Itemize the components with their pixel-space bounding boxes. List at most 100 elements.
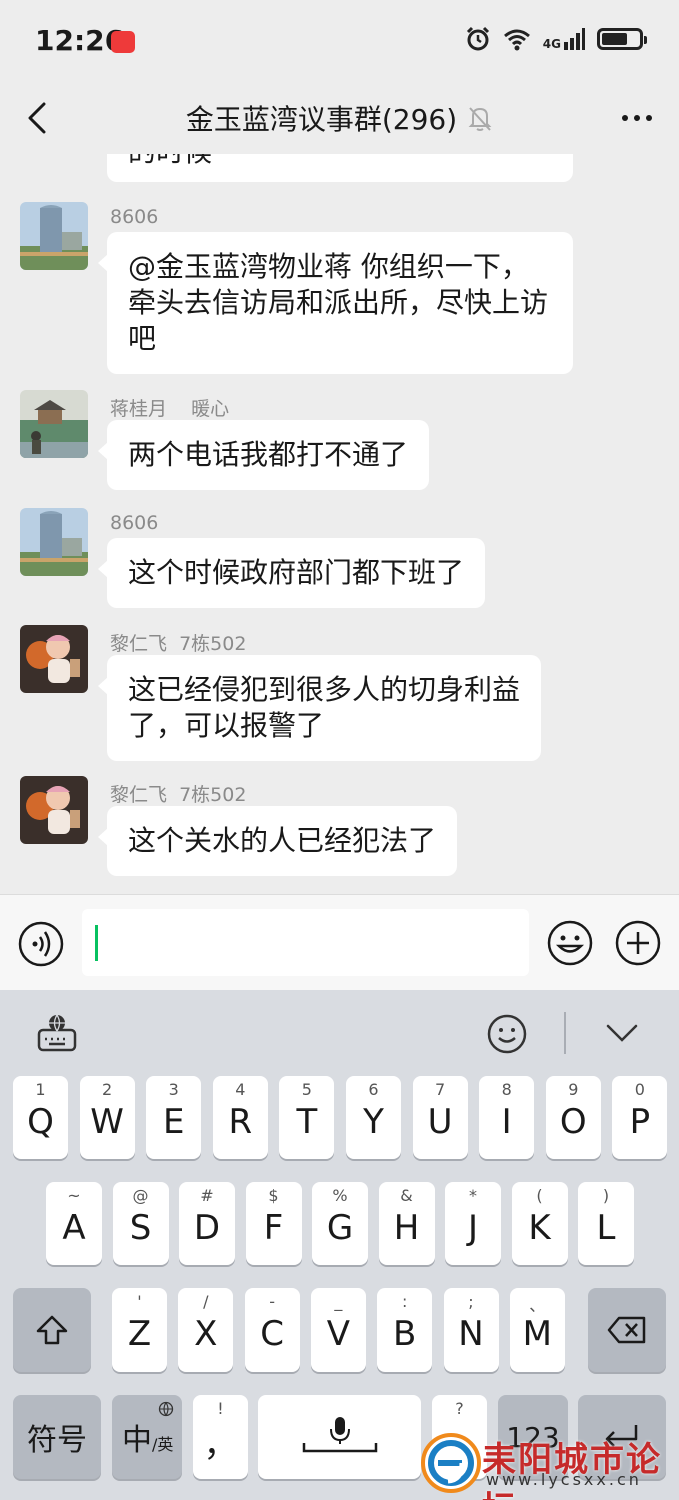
key-hint: /	[203, 1292, 209, 1311]
key-char: E	[162, 1102, 185, 1142]
message-bubble[interactable]: 两个电话我都打不通了	[97, 420, 430, 490]
avatar[interactable]	[20, 776, 88, 844]
key-s[interactable]: @ S	[112, 1182, 169, 1265]
key-hint: &	[400, 1186, 413, 1205]
key-hint: !	[217, 1399, 224, 1418]
key-w[interactable]: 2W	[79, 1076, 135, 1159]
key-x[interactable]: / X	[178, 1288, 234, 1372]
signal-icon	[564, 28, 585, 50]
key-b[interactable]: :B	[377, 1288, 433, 1372]
key-i[interactable]: 8I	[479, 1076, 535, 1159]
key-char: M	[522, 1314, 552, 1354]
key-char: O	[559, 1102, 587, 1142]
message-bubble[interactable]: 这个关水的人已经犯法了	[97, 806, 458, 876]
status-icons: 4G	[465, 26, 647, 52]
comma-key[interactable]: ! ，	[193, 1395, 248, 1479]
key-k[interactable]: (K	[511, 1182, 568, 1265]
message-line: 吧	[128, 322, 157, 355]
key-hint: $	[268, 1186, 279, 1205]
key-r[interactable]: 4R	[212, 1076, 268, 1159]
emoji-button[interactable]	[546, 919, 594, 967]
key-char: K	[528, 1208, 551, 1248]
key-hint: 6	[368, 1080, 379, 1099]
key-char: X	[194, 1314, 218, 1354]
key-v[interactable]: _ V	[310, 1288, 366, 1372]
key-q[interactable]: 1Q	[13, 1076, 68, 1159]
language-label: 中/英	[112, 1395, 182, 1479]
keyboard-settings-icon[interactable]	[36, 1012, 78, 1054]
key-hint: ?	[455, 1399, 464, 1418]
page-title: 金玉蓝湾议事群(296)	[0, 98, 679, 138]
key-d[interactable]: # D	[179, 1182, 235, 1265]
language-sub: /英	[152, 1435, 174, 1454]
key-t[interactable]: 5T	[279, 1076, 335, 1159]
space-voice-key[interactable]	[258, 1395, 421, 1479]
key-g[interactable]: % G	[312, 1182, 368, 1265]
key-hint: 1	[35, 1080, 46, 1099]
keyboard-emoji-icon[interactable]	[486, 1013, 528, 1055]
message-bubble[interactable]: @金玉蓝湾物业蒋 你组织一下， 牵头去信访局和派出所，尽快上访 吧	[98, 232, 573, 374]
key-a[interactable]: ~ A	[46, 1182, 102, 1265]
key-p[interactable]: 0P	[612, 1076, 668, 1159]
avatar[interactable]	[20, 202, 88, 270]
message-bubble[interactable]: 这个时候政府部门都下班了	[97, 538, 486, 608]
keyboard-collapse-icon[interactable]	[604, 1020, 640, 1046]
key-hint: _	[334, 1292, 343, 1311]
key-char: Q	[27, 1102, 54, 1142]
key-hint: ;	[468, 1292, 474, 1311]
symbols-key[interactable]: 符号	[13, 1395, 101, 1479]
key-char: S	[129, 1208, 152, 1248]
key-char: P	[629, 1102, 651, 1142]
key-hint: @	[132, 1186, 149, 1205]
cellular-signal: 4G	[543, 28, 585, 50]
message-input[interactable]	[82, 909, 529, 976]
message-bubble-partial[interactable]: 的时候	[107, 154, 573, 182]
key-o[interactable]: 9O	[545, 1076, 601, 1159]
avatar[interactable]	[20, 625, 88, 693]
message-list[interactable]: 的时候 8606 @金玉蓝湾物业蒋 你组织一下， 牵头去信访局和派出所，尽快上访…	[0, 154, 679, 894]
key-hint: 4	[235, 1080, 246, 1099]
key-c[interactable]: -C	[244, 1288, 300, 1372]
backspace-key[interactable]	[588, 1288, 666, 1372]
key-y[interactable]: 6Y	[346, 1076, 401, 1159]
key-char: Y	[363, 1102, 384, 1142]
voice-input-button[interactable]	[18, 921, 64, 967]
message-line: 这个时候政府部门都下班了	[128, 556, 465, 589]
key-char: D	[193, 1208, 221, 1248]
avatar[interactable]	[20, 508, 88, 576]
message-line: 牵头去信访局和派出所，尽快上访	[128, 286, 549, 319]
sender-name: 蒋桂月 暖心	[110, 398, 230, 420]
key-z[interactable]: ' Z	[112, 1288, 167, 1372]
key-char: L	[596, 1208, 616, 1248]
key-h[interactable]: & H	[378, 1182, 435, 1265]
key-n[interactable]: ; N	[443, 1288, 499, 1372]
key-l[interactable]: ) L	[578, 1182, 634, 1265]
status-bar: 12:26 4G	[0, 0, 679, 84]
key-hint: 0	[634, 1080, 645, 1099]
watermark-url: www.lycsxx.cn	[486, 1470, 642, 1489]
key-u[interactable]: 7U	[412, 1076, 468, 1159]
key-hint: 、	[529, 1296, 546, 1315]
watermark-text: 耒阳城市论坛	[482, 1440, 662, 1500]
avatar[interactable]	[20, 390, 88, 458]
key-m[interactable]: 、 M	[509, 1288, 565, 1372]
key-hint: 8	[501, 1080, 512, 1099]
more-options-button[interactable]	[617, 98, 657, 138]
message-line: 两个电话我都打不通了	[128, 438, 409, 471]
more-functions-button[interactable]	[614, 919, 662, 967]
key-f[interactable]: $ F	[245, 1182, 302, 1265]
message-line: 这个关水的人已经犯法了	[128, 824, 437, 857]
keyboard-toolbar	[0, 990, 679, 1070]
key-j[interactable]: * J	[445, 1182, 501, 1265]
key-e[interactable]: 3E	[146, 1076, 202, 1159]
key-hint: -	[269, 1292, 275, 1311]
shift-key[interactable]	[13, 1288, 91, 1372]
key-hint: *	[469, 1186, 477, 1205]
key-hint: ~	[67, 1186, 81, 1205]
alarm-icon	[466, 26, 489, 51]
key-hint: :	[401, 1292, 408, 1311]
key-hint: 3	[168, 1080, 179, 1099]
language-switch-key[interactable]: 中/英	[112, 1395, 182, 1479]
message-bubble[interactable]: 这已经侵犯到很多人的切身利益 了，可以报警了	[97, 655, 542, 761]
key-hint: (	[536, 1186, 543, 1205]
